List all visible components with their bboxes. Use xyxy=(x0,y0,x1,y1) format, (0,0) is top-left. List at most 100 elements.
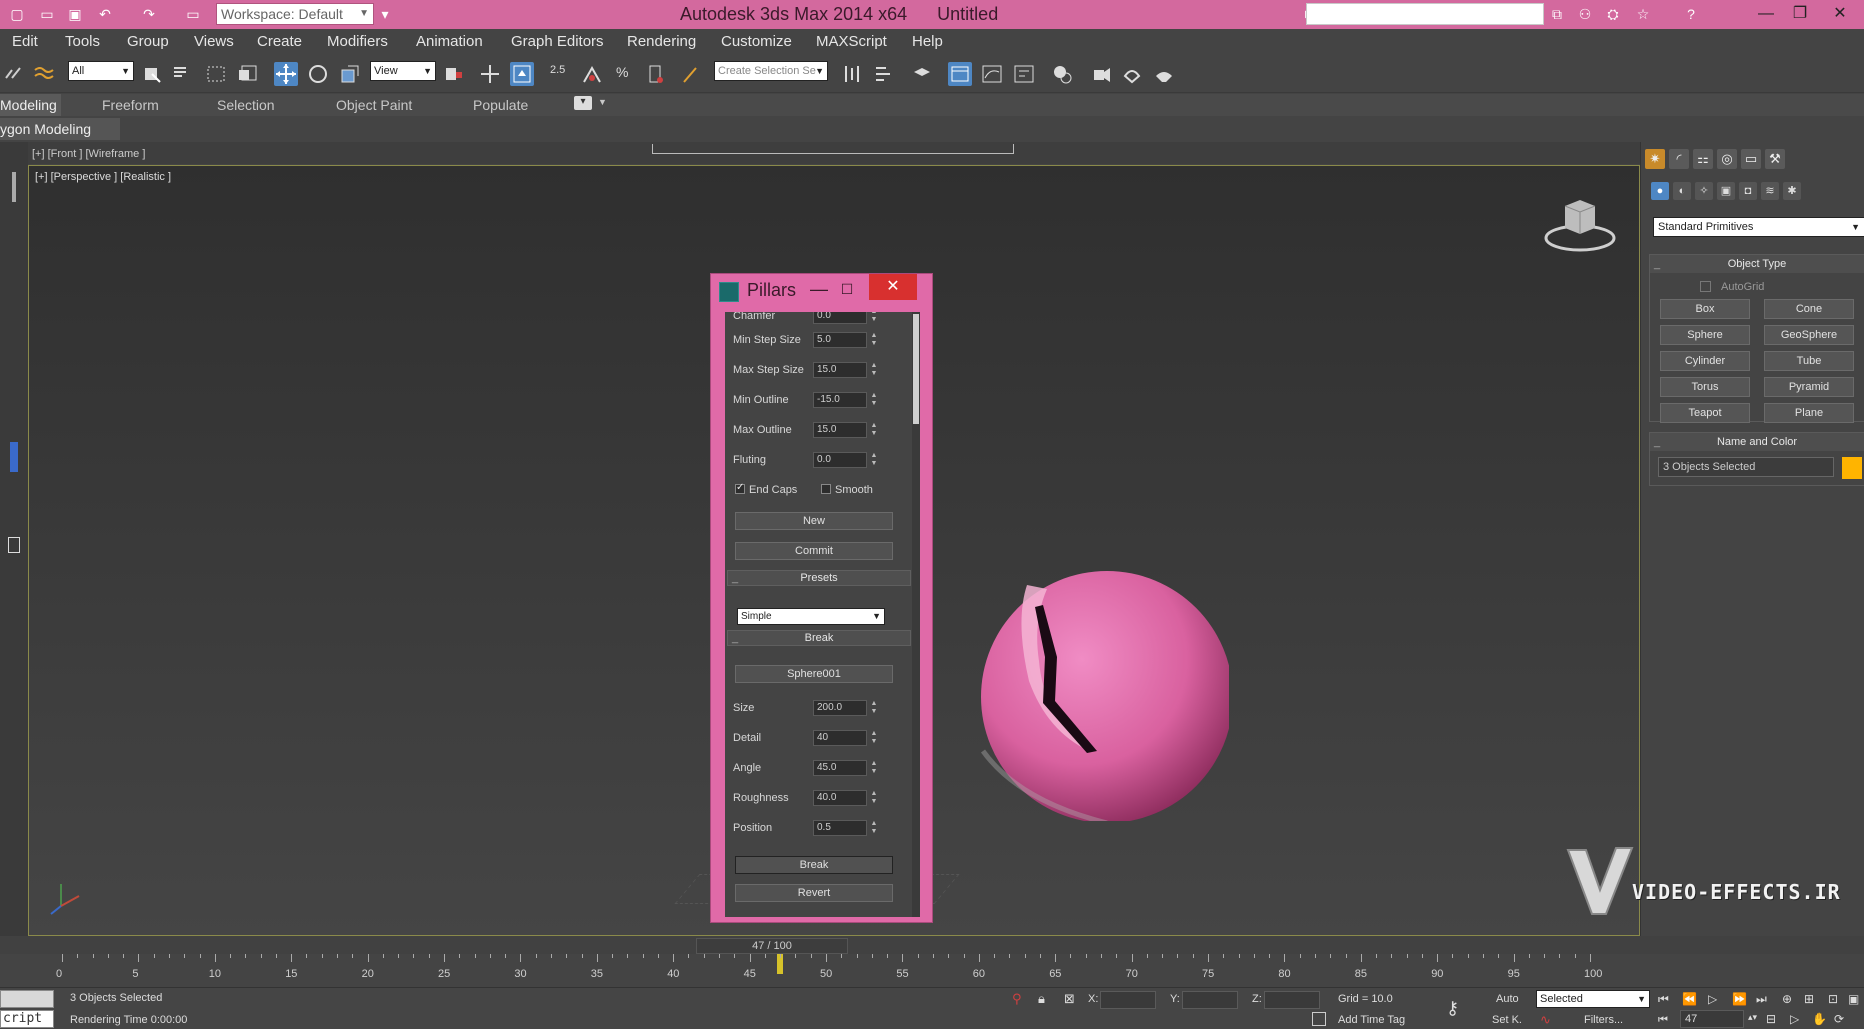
lock-selection-icon[interactable]: 🔒︎ xyxy=(1038,991,1045,1007)
gutter-handle-icon[interactable] xyxy=(12,172,16,202)
open-file-icon[interactable]: ▭ xyxy=(38,5,56,23)
z-coordinate-field[interactable] xyxy=(1264,991,1320,1009)
object-type-header[interactable]: _ Object Type xyxy=(1650,255,1864,273)
param-chamfer[interactable]: Chamfer 0.0 ▲▼ xyxy=(733,312,903,326)
absolute-mode-icon[interactable]: ⊠ xyxy=(1064,991,1075,1007)
pivot-center-icon[interactable] xyxy=(442,62,466,86)
redo-icon[interactable]: ↷ xyxy=(140,5,158,23)
render-setup-icon[interactable] xyxy=(1090,62,1114,86)
utilities-tab-icon[interactable]: ⚒ xyxy=(1765,149,1785,169)
param-value[interactable]: 0.5 xyxy=(813,820,867,836)
create-tab-icon[interactable]: ✷ xyxy=(1645,149,1665,169)
project-icon[interactable]: ▭ xyxy=(184,5,202,23)
menu-tools[interactable]: Tools xyxy=(65,33,100,50)
y-coordinate-field[interactable] xyxy=(1182,991,1238,1009)
new-file-icon[interactable]: ▢ xyxy=(8,5,26,23)
helpers-icon[interactable]: ◘ xyxy=(1739,182,1757,200)
spinner-arrows-icon[interactable]: ▲▼ xyxy=(870,332,878,348)
spinner-arrows-icon[interactable]: ▲▼ xyxy=(870,790,878,806)
go-to-end-icon[interactable]: ⏭ xyxy=(1756,992,1767,1007)
play-icon[interactable]: ▷ xyxy=(1708,992,1717,1006)
save-icon[interactable]: ▣ xyxy=(66,5,84,23)
checkbox-unchecked-icon[interactable] xyxy=(1700,281,1711,292)
param-value[interactable]: 40 xyxy=(813,730,867,746)
space-warps-icon[interactable]: ≋ xyxy=(1761,182,1779,200)
name-color-header[interactable]: _ Name and Color xyxy=(1650,433,1864,451)
pillars-minimize-button[interactable]: — xyxy=(807,278,831,300)
spinner-arrows-icon[interactable]: ▲▼ xyxy=(870,392,878,408)
tab-object-paint[interactable]: Object Paint xyxy=(336,97,412,113)
checkbox-unchecked-icon[interactable] xyxy=(821,484,831,494)
undo-icon[interactable]: ↶ xyxy=(96,5,114,23)
favorite-star-icon[interactable]: ☆ xyxy=(1634,5,1652,23)
curve-editor-icon[interactable] xyxy=(980,62,1004,86)
add-time-tag-button[interactable]: Add Time Tag xyxy=(1338,1014,1405,1026)
key-filters-button[interactable]: Filters... xyxy=(1584,1014,1623,1026)
cracked-sphere-object[interactable] xyxy=(959,561,1229,821)
people-icon[interactable]: ⚇ xyxy=(1576,5,1594,23)
collapse-icon[interactable]: _ xyxy=(732,571,738,585)
plane-button[interactable]: Plane xyxy=(1764,403,1854,423)
menu-views[interactable]: Views xyxy=(194,33,234,50)
break-button[interactable]: Break xyxy=(735,856,893,874)
menu-group[interactable]: Group xyxy=(127,33,169,50)
break-param-position[interactable]: Position 0.5 ▲ ▼ xyxy=(733,820,903,838)
pillars-scrollbar[interactable] xyxy=(912,312,920,917)
isolate-icon[interactable]: ⚲ xyxy=(1012,991,1022,1007)
cameras-icon[interactable]: ▣ xyxy=(1717,182,1735,200)
rect-selection-icon[interactable] xyxy=(204,62,228,86)
ribbon-toggle-icon[interactable] xyxy=(948,62,972,86)
scrollbar-thumb[interactable] xyxy=(913,314,919,424)
menu-help[interactable]: Help xyxy=(912,33,943,50)
field-of-view-icon[interactable]: ▷ xyxy=(1790,1012,1799,1026)
end-caps-checkbox[interactable]: End Caps xyxy=(735,482,797,496)
param-value[interactable]: 15.0 xyxy=(813,362,867,378)
ribbon-panel-label[interactable]: ygon Modeling xyxy=(0,121,91,137)
help-icon[interactable]: ? xyxy=(1682,5,1700,23)
tab-selection[interactable]: Selection xyxy=(217,97,275,113)
torus-button[interactable]: Torus xyxy=(1660,377,1750,397)
perspective-viewport-label[interactable]: [+] [Perspective ] [Realistic ] xyxy=(35,171,171,183)
object-color-swatch[interactable] xyxy=(1842,457,1862,479)
select-manipulate-icon[interactable] xyxy=(478,62,502,86)
select-object-icon[interactable] xyxy=(140,62,164,86)
teapot-button[interactable]: Teapot xyxy=(1660,403,1750,423)
break-param-detail[interactable]: Detail 40 ▲ ▼ xyxy=(733,730,903,748)
close-button[interactable]: ✕ xyxy=(1826,3,1854,25)
break-param-angle[interactable]: Angle 45.0 ▲ ▼ xyxy=(733,760,903,778)
menu-graph-editors[interactable]: Graph Editors xyxy=(511,33,604,50)
select-by-name-icon[interactable] xyxy=(170,62,194,86)
move-icon[interactable] xyxy=(274,62,298,86)
layer-manager-icon[interactable] xyxy=(910,62,934,86)
tab-modeling[interactable]: Modeling xyxy=(0,94,61,116)
zoom-icon[interactable]: ⊕ xyxy=(1782,992,1792,1006)
ribbon-options-icon[interactable]: ▾ xyxy=(574,96,592,110)
display-tab-icon[interactable]: ▭ xyxy=(1741,149,1761,169)
zoom-all-icon[interactable]: ⊞ xyxy=(1804,992,1814,1006)
spinner-arrows-icon[interactable]: ▲▼ xyxy=(870,362,878,378)
link-icon[interactable] xyxy=(2,62,26,86)
bind-space-warp-icon[interactable] xyxy=(32,62,56,86)
maximize-button[interactable]: ❐ xyxy=(1786,3,1814,25)
zoom-extents-icon[interactable]: ⊡ xyxy=(1828,992,1838,1006)
auto-key-button[interactable]: Auto xyxy=(1496,993,1519,1005)
align-icon[interactable] xyxy=(872,62,896,86)
x-coordinate-field[interactable] xyxy=(1100,991,1156,1009)
front-viewport-label[interactable]: [+] [Front ] [Wireframe ] xyxy=(32,148,145,160)
set-key-button[interactable]: Set K. xyxy=(1492,1014,1522,1026)
key-filter-icon[interactable]: ∿ xyxy=(1540,1012,1551,1028)
menu-animation[interactable]: Animation xyxy=(416,33,483,50)
workspace-menu-icon[interactable]: ▾ xyxy=(376,5,394,23)
pillars-window[interactable]: Pillars — ☐ ✕ Chamfer 0.0 ▲▼ Min Step Si… xyxy=(710,273,933,923)
collapse-icon[interactable]: _ xyxy=(1654,433,1660,451)
preset-select[interactable]: Simple ▼ xyxy=(737,608,885,625)
search-input[interactable] xyxy=(1306,3,1544,25)
break-param-roughness[interactable]: Roughness 40.0 ▲ ▼ xyxy=(733,790,903,808)
spinner-arrows-icon[interactable]: ▴▾ xyxy=(1748,1012,1757,1023)
param-value[interactable]: 0.0 xyxy=(813,452,867,468)
param-min-step-size[interactable]: Min Step Size 5.0 ▲ ▼ xyxy=(733,332,903,350)
menu-maxscript[interactable]: MAXScript xyxy=(816,33,887,50)
reference-coord-select[interactable]: View ▼ xyxy=(370,61,436,81)
time-slider[interactable]: 47 / 100 xyxy=(696,938,848,954)
param-value[interactable]: 5.0 xyxy=(813,332,867,348)
